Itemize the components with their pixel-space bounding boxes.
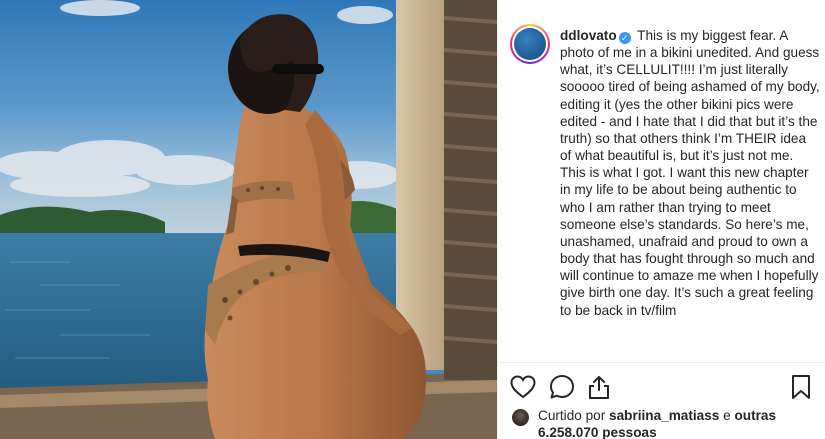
post-side-panel: ddlovato ✓ This is my biggest fear. A pho… xyxy=(497,0,825,439)
share-button[interactable] xyxy=(584,372,614,402)
save-button[interactable] xyxy=(786,372,816,402)
verified-badge-icon: ✓ xyxy=(618,32,631,44)
instagram-post: ddlovato ✓ This is my biggest fear. A pho… xyxy=(0,0,825,439)
like-button[interactable] xyxy=(508,372,538,402)
liker-avatar[interactable] xyxy=(512,409,529,426)
caption-area[interactable]: ddlovato ✓ This is my biggest fear. A pho… xyxy=(498,0,825,362)
post-photo-illustration xyxy=(0,0,497,439)
avatar-image xyxy=(514,28,546,60)
author-avatar[interactable] xyxy=(510,24,550,64)
liker-username[interactable]: sabriina_matiass xyxy=(609,408,719,423)
caption-text: This is my biggest fear. A photo of me i… xyxy=(560,28,820,318)
comment-button[interactable] xyxy=(547,372,577,402)
heart-icon xyxy=(510,375,536,399)
likes-conjunction: e xyxy=(723,408,731,423)
comment-bubble-icon xyxy=(550,375,574,399)
post-photo[interactable] xyxy=(0,0,497,439)
actions-divider xyxy=(498,362,825,363)
share-icon xyxy=(589,376,609,399)
likes-text: Curtido por sabriina_matiass e outras 6.… xyxy=(538,407,818,439)
bookmark-icon xyxy=(792,375,810,399)
likes-prefix: Curtido por xyxy=(538,408,606,423)
avatar-ring xyxy=(512,26,548,62)
post-actions-bar xyxy=(510,372,816,402)
post-caption: ddlovato ✓ This is my biggest fear. A pho… xyxy=(560,27,820,319)
author-username[interactable]: ddlovato xyxy=(560,28,617,43)
